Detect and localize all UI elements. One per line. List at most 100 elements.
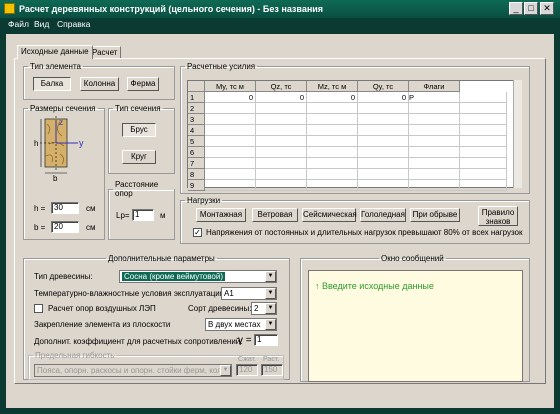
grid-cell[interactable] bbox=[256, 125, 307, 136]
ice-load-button[interactable]: Гололедная bbox=[360, 208, 406, 222]
grid-cell[interactable] bbox=[460, 147, 507, 158]
grid-cell[interactable] bbox=[307, 147, 358, 158]
grid-cell[interactable]: 0 bbox=[205, 92, 256, 103]
menu-file[interactable]: Файл bbox=[8, 19, 29, 29]
grid-cell[interactable] bbox=[205, 180, 256, 191]
grid-cell[interactable] bbox=[358, 125, 409, 136]
grid-cell[interactable] bbox=[460, 103, 507, 114]
grid-cell[interactable] bbox=[358, 114, 409, 125]
grid-cell[interactable] bbox=[409, 180, 460, 191]
forces-legend: Расчетные усилия bbox=[187, 62, 256, 71]
power-line-checkbox[interactable] bbox=[34, 304, 43, 313]
grid-cell[interactable] bbox=[205, 114, 256, 125]
grid-cell[interactable] bbox=[460, 169, 507, 180]
grid-cell[interactable] bbox=[460, 92, 507, 103]
tab-calculation[interactable]: Расчет bbox=[88, 46, 122, 58]
column-button[interactable]: Колонна bbox=[80, 77, 119, 91]
grid-cell[interactable] bbox=[256, 180, 307, 191]
grid-cell[interactable] bbox=[358, 169, 409, 180]
grid-cell[interactable] bbox=[205, 169, 256, 180]
tens-input[interactable]: 150 bbox=[261, 364, 283, 376]
grid-cell[interactable] bbox=[409, 136, 460, 147]
long-term-checkbox[interactable]: ✓ bbox=[193, 228, 202, 237]
grid-cell[interactable] bbox=[409, 125, 460, 136]
grid-cell[interactable] bbox=[256, 169, 307, 180]
grid-cell[interactable] bbox=[358, 180, 409, 191]
grid-cell[interactable]: 0 bbox=[358, 92, 409, 103]
forces-scrollbar[interactable] bbox=[513, 80, 522, 188]
coef-input[interactable]: 1 bbox=[254, 334, 278, 346]
grid-cell[interactable] bbox=[409, 158, 460, 169]
sign-rules-button[interactable]: Правило знаков bbox=[478, 206, 518, 226]
b-input[interactable]: 20 bbox=[51, 221, 79, 233]
truss-button[interactable]: Ферма bbox=[127, 77, 159, 91]
rect-section-button[interactable]: Брус bbox=[122, 123, 156, 137]
grid-cell[interactable] bbox=[358, 136, 409, 147]
h-label: h = bbox=[34, 204, 46, 213]
message-text: ↑ Введите исходные данные bbox=[315, 281, 434, 291]
col-header-qz: Qz, тс bbox=[256, 81, 307, 92]
tens-label: Раст. bbox=[263, 356, 280, 363]
grid-cell[interactable] bbox=[256, 136, 307, 147]
grid-cell[interactable]: 0 bbox=[307, 92, 358, 103]
minimize-button[interactable]: _ bbox=[509, 2, 523, 15]
grid-cell[interactable] bbox=[460, 136, 507, 147]
grid-cell[interactable] bbox=[358, 103, 409, 114]
mounting-load-button[interactable]: Монтажная bbox=[196, 208, 246, 222]
lp-input[interactable]: 1 bbox=[132, 209, 154, 221]
grid-cell[interactable] bbox=[256, 147, 307, 158]
gamma-symbol: γ = bbox=[238, 335, 252, 346]
grid-cell[interactable] bbox=[205, 158, 256, 169]
grid-cell[interactable] bbox=[358, 147, 409, 158]
grade-select[interactable]: 2 ▼ bbox=[251, 302, 277, 315]
grid-cell[interactable] bbox=[205, 136, 256, 147]
grid-cell[interactable] bbox=[307, 180, 358, 191]
element-type-legend: Тип элемента bbox=[30, 62, 81, 71]
grid-cell[interactable] bbox=[307, 158, 358, 169]
grid-cell[interactable] bbox=[256, 158, 307, 169]
seismic-load-button[interactable]: Сейсмическая bbox=[302, 208, 357, 222]
grid-row-header: 5 bbox=[188, 136, 205, 147]
menu-view[interactable]: Вид bbox=[34, 19, 49, 29]
grid-cell[interactable] bbox=[460, 125, 507, 136]
tab-input-data[interactable]: Исходные данные bbox=[17, 45, 93, 59]
grid-row-header: 3 bbox=[188, 114, 205, 125]
beam-button[interactable]: Балка bbox=[33, 77, 71, 91]
maximize-button[interactable]: □ bbox=[524, 2, 538, 15]
grid-cell[interactable] bbox=[358, 158, 409, 169]
close-button[interactable]: ✕ bbox=[540, 2, 554, 15]
grid-cell[interactable] bbox=[205, 103, 256, 114]
humidity-select[interactable]: А1 ▼ bbox=[221, 287, 277, 300]
compr-input[interactable]: 120 bbox=[236, 364, 258, 376]
grid-cell[interactable] bbox=[307, 114, 358, 125]
grid-cell[interactable] bbox=[460, 114, 507, 125]
round-section-button[interactable]: Круг bbox=[122, 150, 156, 164]
grid-cell[interactable] bbox=[307, 125, 358, 136]
break-load-button[interactable]: При обрыве bbox=[410, 208, 460, 222]
h-input[interactable]: 30 bbox=[51, 202, 79, 214]
grid-cell[interactable] bbox=[256, 103, 307, 114]
grid-cell[interactable] bbox=[460, 180, 507, 191]
grid-cell[interactable] bbox=[409, 147, 460, 158]
wind-load-button[interactable]: Ветровая bbox=[252, 208, 298, 222]
fixing-select[interactable]: В двух местах ▼ bbox=[205, 318, 277, 331]
wood-type-select[interactable]: Сосна (кроме веймутовой) ▼ bbox=[119, 270, 277, 283]
section-sizes-legend: Размеры сечения bbox=[30, 104, 96, 113]
grid-cell[interactable] bbox=[409, 103, 460, 114]
grid-cell[interactable] bbox=[205, 125, 256, 136]
grid-cell[interactable] bbox=[307, 169, 358, 180]
grid-cell[interactable] bbox=[307, 136, 358, 147]
grid-cell[interactable]: 0 bbox=[256, 92, 307, 103]
forces-table[interactable]: My, тс м Qz, тс Mz, тс м Qy, тс Флаги 10… bbox=[187, 80, 522, 191]
section-figure: y z h b bbox=[34, 116, 84, 183]
grid-cell[interactable] bbox=[460, 158, 507, 169]
dropdown-arrow-icon: ▼ bbox=[265, 303, 276, 314]
grid-cell[interactable] bbox=[409, 114, 460, 125]
grid-cell[interactable] bbox=[307, 103, 358, 114]
grid-cell[interactable] bbox=[409, 169, 460, 180]
grid-cell[interactable] bbox=[205, 147, 256, 158]
menu-help[interactable]: Справка bbox=[57, 19, 90, 29]
grid-cell[interactable]: P bbox=[409, 92, 460, 103]
grid-cell[interactable] bbox=[256, 114, 307, 125]
slenderness-select[interactable]: Пояса, опорн. раскосы и опорн. стойки фе… bbox=[34, 364, 232, 377]
